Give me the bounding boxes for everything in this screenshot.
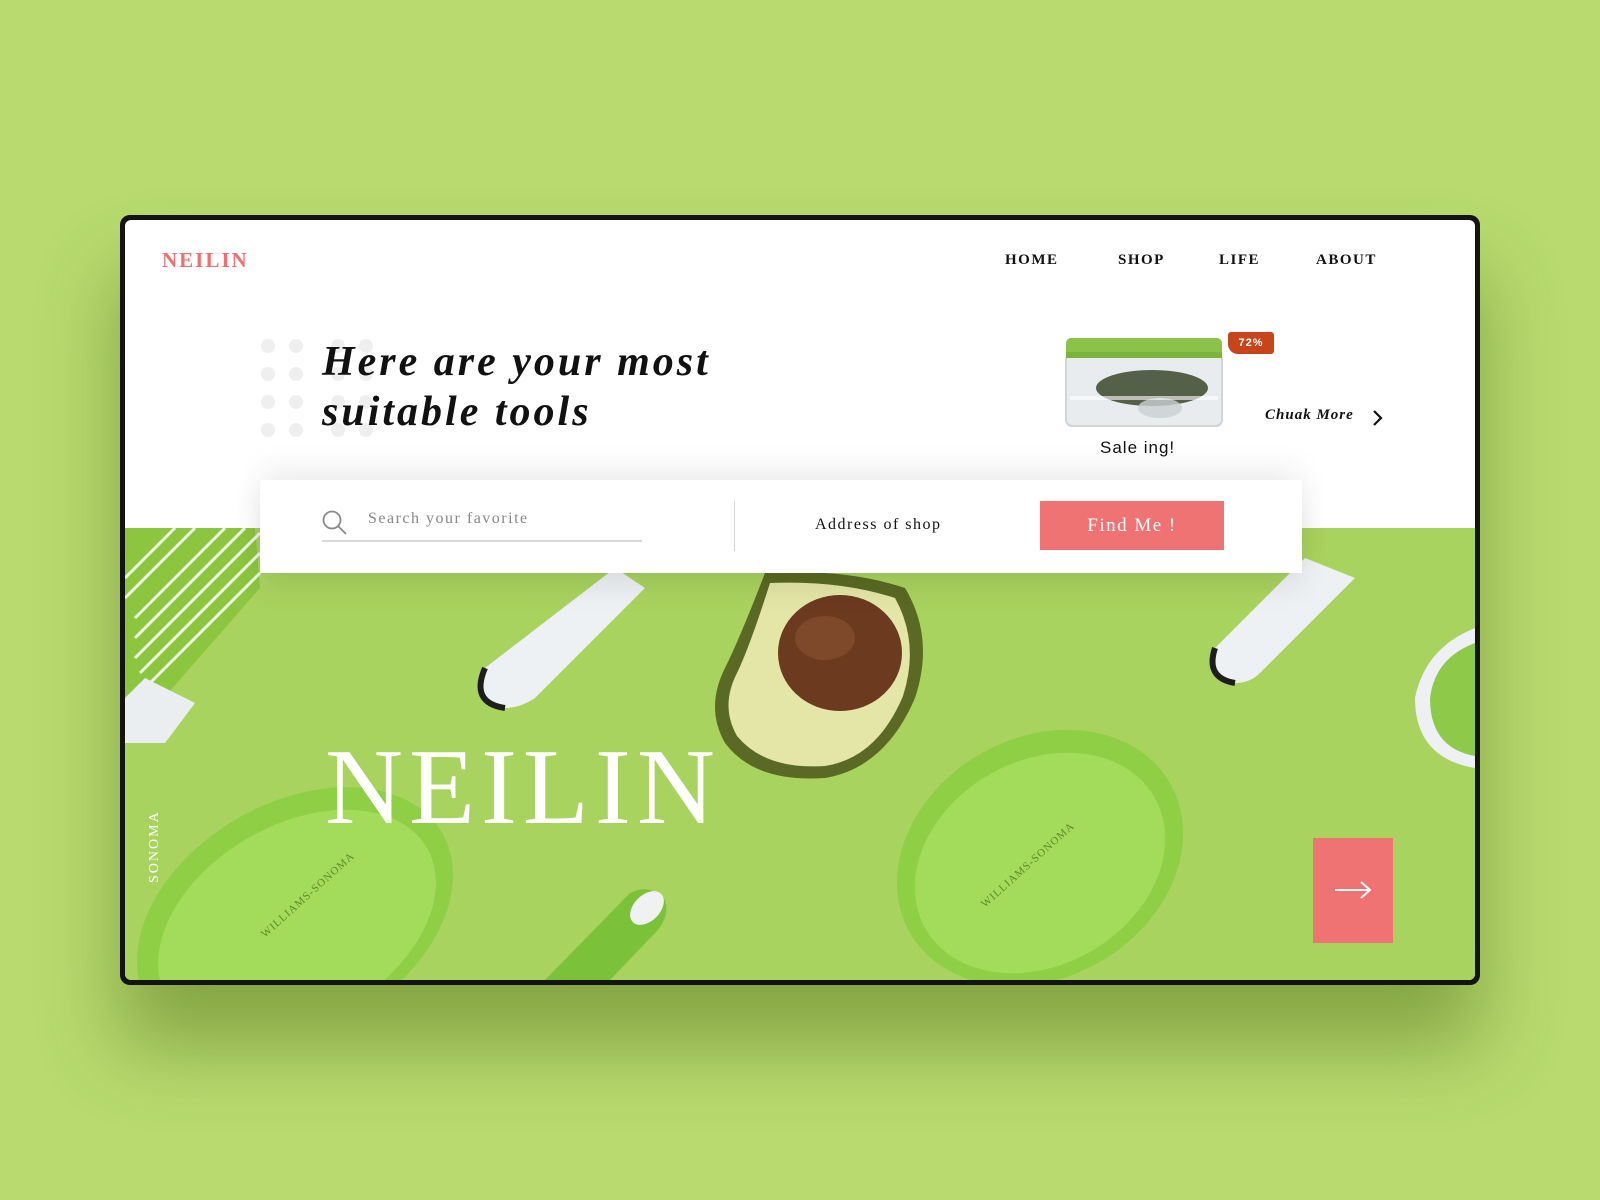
nav-life[interactable]: LIFE [1219,252,1260,269]
nav-about[interactable]: ABOUT [1316,252,1377,269]
nav-home[interactable]: HOME [1005,252,1059,269]
search-input[interactable] [368,510,600,528]
arrow-right-icon [1335,881,1372,899]
search-bar: Address of shop Find Me ! [260,480,1302,573]
vertical-side-text: SONOMA [147,810,162,883]
headline-line-1: Here are your most [322,339,711,385]
hero-brand-title: NEILIN [325,728,721,847]
website-screen: NEILIN HOME SHOP LIFE ABOUT Here are you… [125,220,1475,980]
search-icon[interactable] [322,510,348,536]
device-frame: NEILIN HOME SHOP LIFE ABOUT Here are you… [120,215,1480,985]
sale-label: Sale ing! [1100,438,1176,457]
address-selector[interactable]: Address of shop [815,516,942,534]
avocado-saver-product-image [1065,338,1223,427]
page-headline: Here are your most suitable tools [322,337,711,437]
sale-product-card[interactable]: 72% Sale ing! [1060,332,1274,478]
search-underline [322,540,642,542]
chevron-right-icon[interactable] [1372,409,1384,427]
brand-logo[interactable]: NEILIN [162,248,249,273]
headline-line-2: suitable tools [322,389,592,435]
nav-shop[interactable]: SHOP [1118,252,1165,269]
search-divider [734,501,735,551]
more-link[interactable]: Chuak More [1265,407,1354,424]
discount-badge: 72% [1228,332,1274,354]
find-me-button[interactable]: Find Me ! [1040,501,1224,550]
next-slide-button[interactable] [1313,838,1393,943]
hero-banner: WILLIAMS-SONOMA WILLIAMS-SONOMA NEILIN S… [125,528,1475,980]
